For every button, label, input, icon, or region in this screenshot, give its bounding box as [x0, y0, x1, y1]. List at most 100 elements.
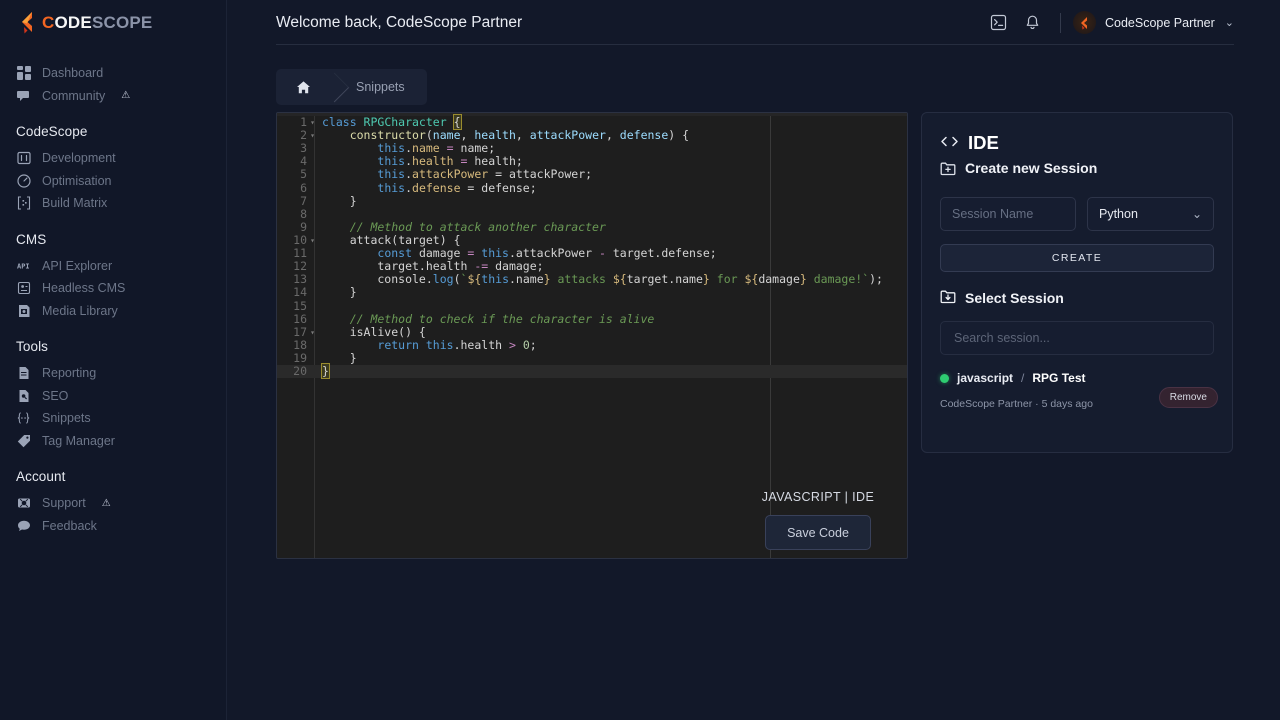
sidebar-section-tools: Tools: [16, 339, 49, 354]
sidebar-group-tools: Reporting SEO Snippets Tag Manager: [0, 362, 226, 452]
create-session-heading: Create new Session: [940, 160, 1214, 176]
fold-arrow-icon: [307, 247, 318, 260]
fold-arrow-icon: [307, 339, 318, 352]
session-owner: CodeScope Partner: [940, 398, 1033, 410]
language-select[interactable]: Python ⌄: [1087, 197, 1214, 231]
line-number: 6: [300, 180, 307, 195]
session-name-input[interactable]: [940, 197, 1076, 231]
sidebar-item-support[interactable]: Support ⚠: [0, 492, 226, 515]
save-code-button[interactable]: Save Code: [765, 515, 871, 550]
sidebar-group-codescope: Development Optimisation Build Matrix: [0, 147, 226, 215]
fold-arrow-icon: [307, 182, 318, 195]
fold-arrow-icon[interactable]: ▾: [307, 116, 318, 129]
fold-arrow-icon: [307, 260, 318, 273]
sidebar-group-cms: API API Explorer Headless CMS Media Libr…: [0, 255, 226, 323]
sidebar-item-development[interactable]: Development: [0, 147, 226, 170]
code-line: 6 this.defense = defense;: [277, 180, 907, 195]
sidebar-item-build-matrix[interactable]: Build Matrix: [0, 192, 226, 215]
bell-icon[interactable]: [1016, 8, 1050, 38]
warning-icon: ⚠: [121, 90, 131, 102]
sidebar-section-account: Account: [16, 469, 66, 484]
avatar[interactable]: [1072, 11, 1096, 34]
language-selected-value: Python: [1099, 207, 1138, 221]
fold-arrow-icon: [307, 273, 318, 286]
code-line: 19 }: [277, 351, 907, 365]
user-name[interactable]: CodeScope Partner: [1105, 16, 1215, 30]
logo[interactable]: CODESCOPE: [0, 0, 226, 46]
ide-panel-title: IDE: [940, 132, 1214, 154]
fold-arrow-icon: [307, 352, 318, 365]
search-session-input[interactable]: [940, 321, 1214, 355]
reporting-icon: [16, 366, 31, 381]
create-session-button[interactable]: CREATE: [940, 244, 1214, 272]
chevron-down-icon: ⌄: [1191, 207, 1202, 221]
sidebar-item-headless-cms[interactable]: Headless CMS: [0, 277, 226, 300]
code-line: 20}: [277, 363, 907, 380]
sidebar-section-codescope: CodeScope: [16, 124, 88, 139]
editor-footer: JAVASCRIPT | IDE Save Code: [741, 490, 895, 550]
sidebar-section-cms: CMS: [16, 231, 47, 247]
code-line: 18 return this.health > 0;: [277, 337, 907, 352]
community-icon: [16, 88, 31, 103]
support-icon: [16, 496, 31, 511]
sidebar-item-label: Build Matrix: [42, 196, 108, 211]
sidebar-item-label: Community: [42, 88, 106, 103]
code-brackets-icon: [940, 134, 959, 153]
media-library-icon: [16, 303, 31, 318]
sidebar-item-feedback[interactable]: Feedback: [0, 515, 226, 538]
fold-arrow-icon[interactable]: ▾: [307, 129, 318, 142]
remove-session-button[interactable]: Remove: [1158, 387, 1218, 408]
session-title-line: javascript / RPG Test: [940, 371, 1214, 385]
fold-arrow-icon: [307, 221, 318, 234]
status-dot-icon: [940, 373, 949, 383]
fold-arrow-icon: [307, 313, 318, 326]
line-number: 15: [293, 298, 307, 313]
codescope-logo-icon: [18, 11, 40, 35]
code-area[interactable]: 1 ▾ class RPGCharacter {2 ▾ constructor(nam…: [277, 114, 907, 380]
divider: [1059, 12, 1061, 33]
sidebar-item-label: Optimisation: [42, 173, 112, 188]
sidebar-item-seo[interactable]: SEO: [0, 385, 226, 408]
ide-title-text: IDE: [968, 132, 999, 153]
sidebar-item-label: Headless CMS: [42, 281, 126, 296]
line-number: 20: [293, 364, 307, 379]
sidebar-item-reporting[interactable]: Reporting: [0, 362, 226, 385]
sidebar-item-label: API Explorer: [42, 258, 113, 273]
logo-text: CODESCOPE: [42, 13, 153, 32]
session-separator: /: [1021, 371, 1025, 385]
sidebar-group-main: Dashboard Community ⚠: [0, 62, 226, 107]
sidebar-item-media-library[interactable]: Media Library: [0, 300, 226, 323]
line-number: 8: [300, 206, 307, 221]
sidebar-item-optimisation[interactable]: Optimisation: [0, 170, 226, 193]
sidebar-item-dashboard[interactable]: Dashboard: [0, 62, 226, 85]
sidebar-item-label: Development: [42, 151, 116, 166]
fold-arrow-icon[interactable]: ▾: [307, 234, 318, 247]
folder-down-icon: [940, 289, 956, 307]
sidebar-item-label: Dashboard: [42, 66, 104, 81]
code-line: 14 }: [277, 286, 907, 299]
sidebar-item-snippets[interactable]: Snippets: [0, 407, 226, 430]
feedback-icon: [16, 518, 31, 533]
sidebar-item-community[interactable]: Community ⚠: [0, 85, 226, 108]
sidebar-item-label: Support: [42, 496, 86, 511]
fold-arrow-icon[interactable]: ▾: [307, 326, 318, 339]
session-name: RPG Test: [1032, 371, 1086, 385]
terminal-icon[interactable]: [982, 8, 1016, 38]
line-number: 17: [293, 324, 307, 339]
select-session-heading: Select Session: [940, 289, 1214, 307]
line-number: 18: [293, 337, 307, 352]
sidebar-item-api-explorer[interactable]: API API Explorer: [0, 255, 226, 278]
fold-arrow-icon: [307, 195, 318, 208]
headless-cms-icon: [16, 281, 31, 296]
top-bar: Welcome back, CodeScope Partner CodeScop…: [227, 0, 1280, 45]
development-icon: [16, 151, 31, 166]
sidebar-item-label: Snippets: [42, 411, 91, 426]
chevron-down-icon[interactable]: ⌄: [1225, 16, 1234, 29]
code-line: 13 console.log(`${this.name} attacks ${t…: [277, 273, 907, 286]
sidebar-item-tag-manager[interactable]: Tag Manager: [0, 430, 226, 453]
code-editor[interactable]: 1 ▾ class RPGCharacter {2 ▾ constructor(nam…: [276, 112, 908, 559]
breadcrumb-item-snippets[interactable]: Snippets: [350, 69, 427, 105]
fold-arrow-icon: [307, 286, 318, 299]
welcome-message: Welcome back, CodeScope Partner: [276, 13, 523, 31]
session-item[interactable]: javascript / RPG Test CodeScope Partner …: [940, 371, 1218, 410]
